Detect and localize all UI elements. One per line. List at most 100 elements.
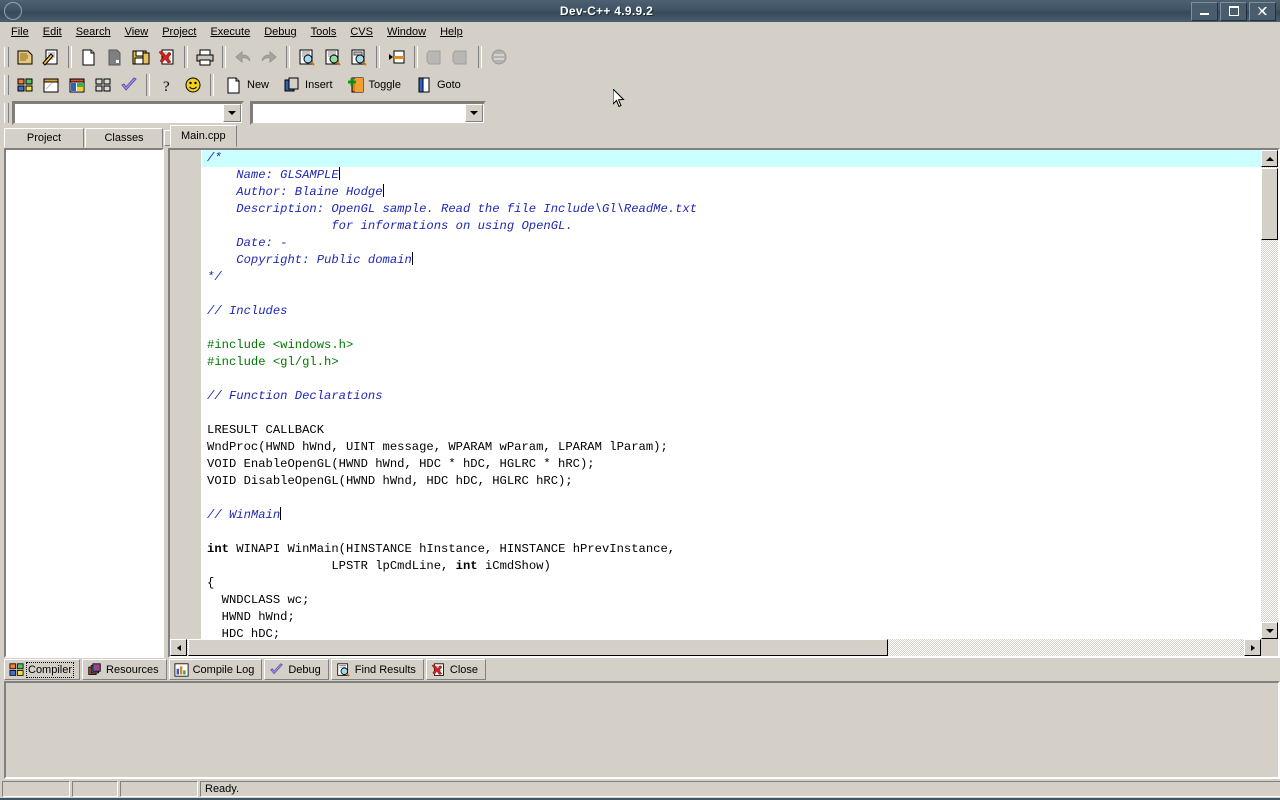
scroll-up-button[interactable] (1261, 150, 1278, 167)
open-file-button[interactable] (103, 45, 127, 69)
menu-project[interactable]: Project (155, 24, 203, 40)
help-button[interactable]: ? (155, 73, 179, 97)
bookmark-new-button[interactable]: New (219, 73, 276, 97)
undo-button[interactable] (231, 45, 255, 69)
toolbar-separator (222, 46, 226, 68)
goto-line-icon (389, 50, 405, 63)
tab-compile-log[interactable]: Compile Log (168, 659, 263, 680)
new-file-button[interactable] (77, 45, 101, 69)
menu-execute[interactable]: Execute (203, 24, 257, 40)
toolbar-separator (68, 46, 72, 68)
close-button[interactable] (1249, 1, 1276, 21)
tab-resources[interactable]: Resources (82, 659, 167, 680)
tab-close[interactable]: Close (425, 659, 487, 680)
open-project-button[interactable] (39, 45, 63, 69)
save-icon (132, 50, 150, 64)
close-icon (1257, 6, 1267, 15)
class-combo[interactable] (12, 101, 244, 125)
print-button[interactable] (193, 45, 217, 69)
status-pane-2 (72, 780, 118, 797)
replace-button[interactable] (347, 45, 371, 69)
tab-main-cpp[interactable]: Main.cpp (170, 125, 237, 147)
triangle-right-icon (1250, 644, 1255, 651)
menu-search[interactable]: Search (69, 24, 118, 40)
minimize-icon (1200, 12, 1209, 15)
code-line: VOID DisableOpenGL(HWND hWnd, HDC hDC, H… (202, 473, 1261, 490)
tab-classes[interactable]: Classes (85, 128, 163, 148)
code-token: VOID DisableOpenGL(HWND hWnd, HDC hDC, H… (207, 474, 573, 488)
project-tree-panel[interactable] (4, 148, 164, 658)
redo-button[interactable] (257, 45, 281, 69)
tab-compiler[interactable]: Compiler (4, 659, 81, 680)
minimize-button[interactable] (1191, 1, 1218, 21)
scroll-right-button[interactable] (1244, 639, 1261, 656)
tab-debug[interactable]: Debug (264, 659, 329, 680)
compiler-output-panel[interactable] (4, 681, 1280, 779)
menu-file[interactable]: File (4, 24, 36, 40)
about-button[interactable] (181, 73, 205, 97)
bookmark-insert-button[interactable]: Insert (277, 73, 339, 97)
menu-help-label: Help (440, 26, 463, 38)
goto-line-button[interactable] (385, 45, 409, 69)
code-editor[interactable]: /* Name: GLSAMPLE Author: Blaine Hodge D… (168, 148, 1280, 658)
toolbar-separator (146, 74, 150, 96)
menu-tools[interactable]: Tools (304, 24, 344, 40)
bookmark-toggle-button[interactable]: Toggle (340, 73, 407, 97)
code-line: HDC hDC; (202, 626, 1261, 639)
class-browser-button[interactable] (65, 73, 89, 97)
toolbar-grip[interactable] (4, 103, 9, 123)
status-pane-1 (2, 780, 70, 797)
code-line: // Function Declarations (202, 388, 1261, 405)
code-line: /* (202, 150, 1261, 167)
toolbar-separator (286, 46, 290, 68)
system-menu-icon[interactable] (4, 2, 22, 20)
bookmark-goto-button[interactable]: Goto (408, 73, 467, 97)
tab-find-results[interactable]: Find Results (330, 659, 424, 680)
window-icon (43, 78, 59, 92)
menu-edit-label: Edit (42, 26, 62, 38)
tab-project[interactable]: Project (4, 128, 84, 148)
find-next-button[interactable] (321, 45, 345, 69)
menu-cvs[interactable]: CVS (343, 24, 380, 40)
tile-button[interactable] (91, 73, 115, 97)
close-file-icon (158, 49, 174, 64)
maximize-button[interactable] (1220, 1, 1247, 21)
find-button[interactable] (295, 45, 319, 69)
hscrollbar-thumb[interactable] (188, 639, 888, 656)
svg-text:?: ? (163, 79, 170, 94)
editor-vertical-scrollbar[interactable] (1261, 150, 1278, 639)
function-combo-arrow[interactable] (465, 104, 483, 122)
toolbar-grip[interactable] (4, 47, 9, 67)
close-file-button[interactable] (155, 45, 179, 69)
compile-run-icon (491, 49, 507, 64)
window-button[interactable] (39, 73, 63, 97)
function-combo[interactable] (250, 101, 486, 125)
menu-window[interactable]: Window (380, 24, 433, 40)
chevron-down-icon (470, 111, 478, 115)
dev-cpp-window: Dev-C++ 4.9.9.2 File Edit Search View Pr… (0, 0, 1280, 800)
check-icon (121, 76, 137, 91)
menu-debug[interactable]: Debug (257, 24, 303, 40)
editor-gutter[interactable] (170, 150, 202, 656)
new-project-button[interactable] (13, 45, 37, 69)
code-token: int (207, 542, 229, 556)
compile-button[interactable] (423, 45, 447, 69)
scroll-left-button[interactable] (170, 639, 187, 656)
compile-and-run-button[interactable] (487, 45, 511, 69)
save-button[interactable] (129, 45, 153, 69)
run-button[interactable] (449, 45, 473, 69)
menu-edit[interactable]: Edit (36, 24, 69, 40)
scroll-down-button[interactable] (1261, 622, 1278, 639)
editor-text-area[interactable]: /* Name: GLSAMPLE Author: Blaine Hodge D… (202, 150, 1261, 639)
toolbar-grip[interactable] (4, 75, 9, 95)
project-manager-button[interactable] (13, 73, 37, 97)
menu-help[interactable]: Help (433, 24, 470, 40)
menu-view[interactable]: View (118, 24, 156, 40)
class-combo-arrow[interactable] (223, 104, 241, 122)
code-token: Copyright: Public domain (207, 253, 412, 267)
editor-horizontal-scrollbar[interactable] (170, 639, 1261, 656)
vscrollbar-thumb[interactable] (1261, 168, 1278, 240)
find-results-icon (337, 662, 350, 677)
syntax-check-button[interactable] (117, 73, 141, 97)
